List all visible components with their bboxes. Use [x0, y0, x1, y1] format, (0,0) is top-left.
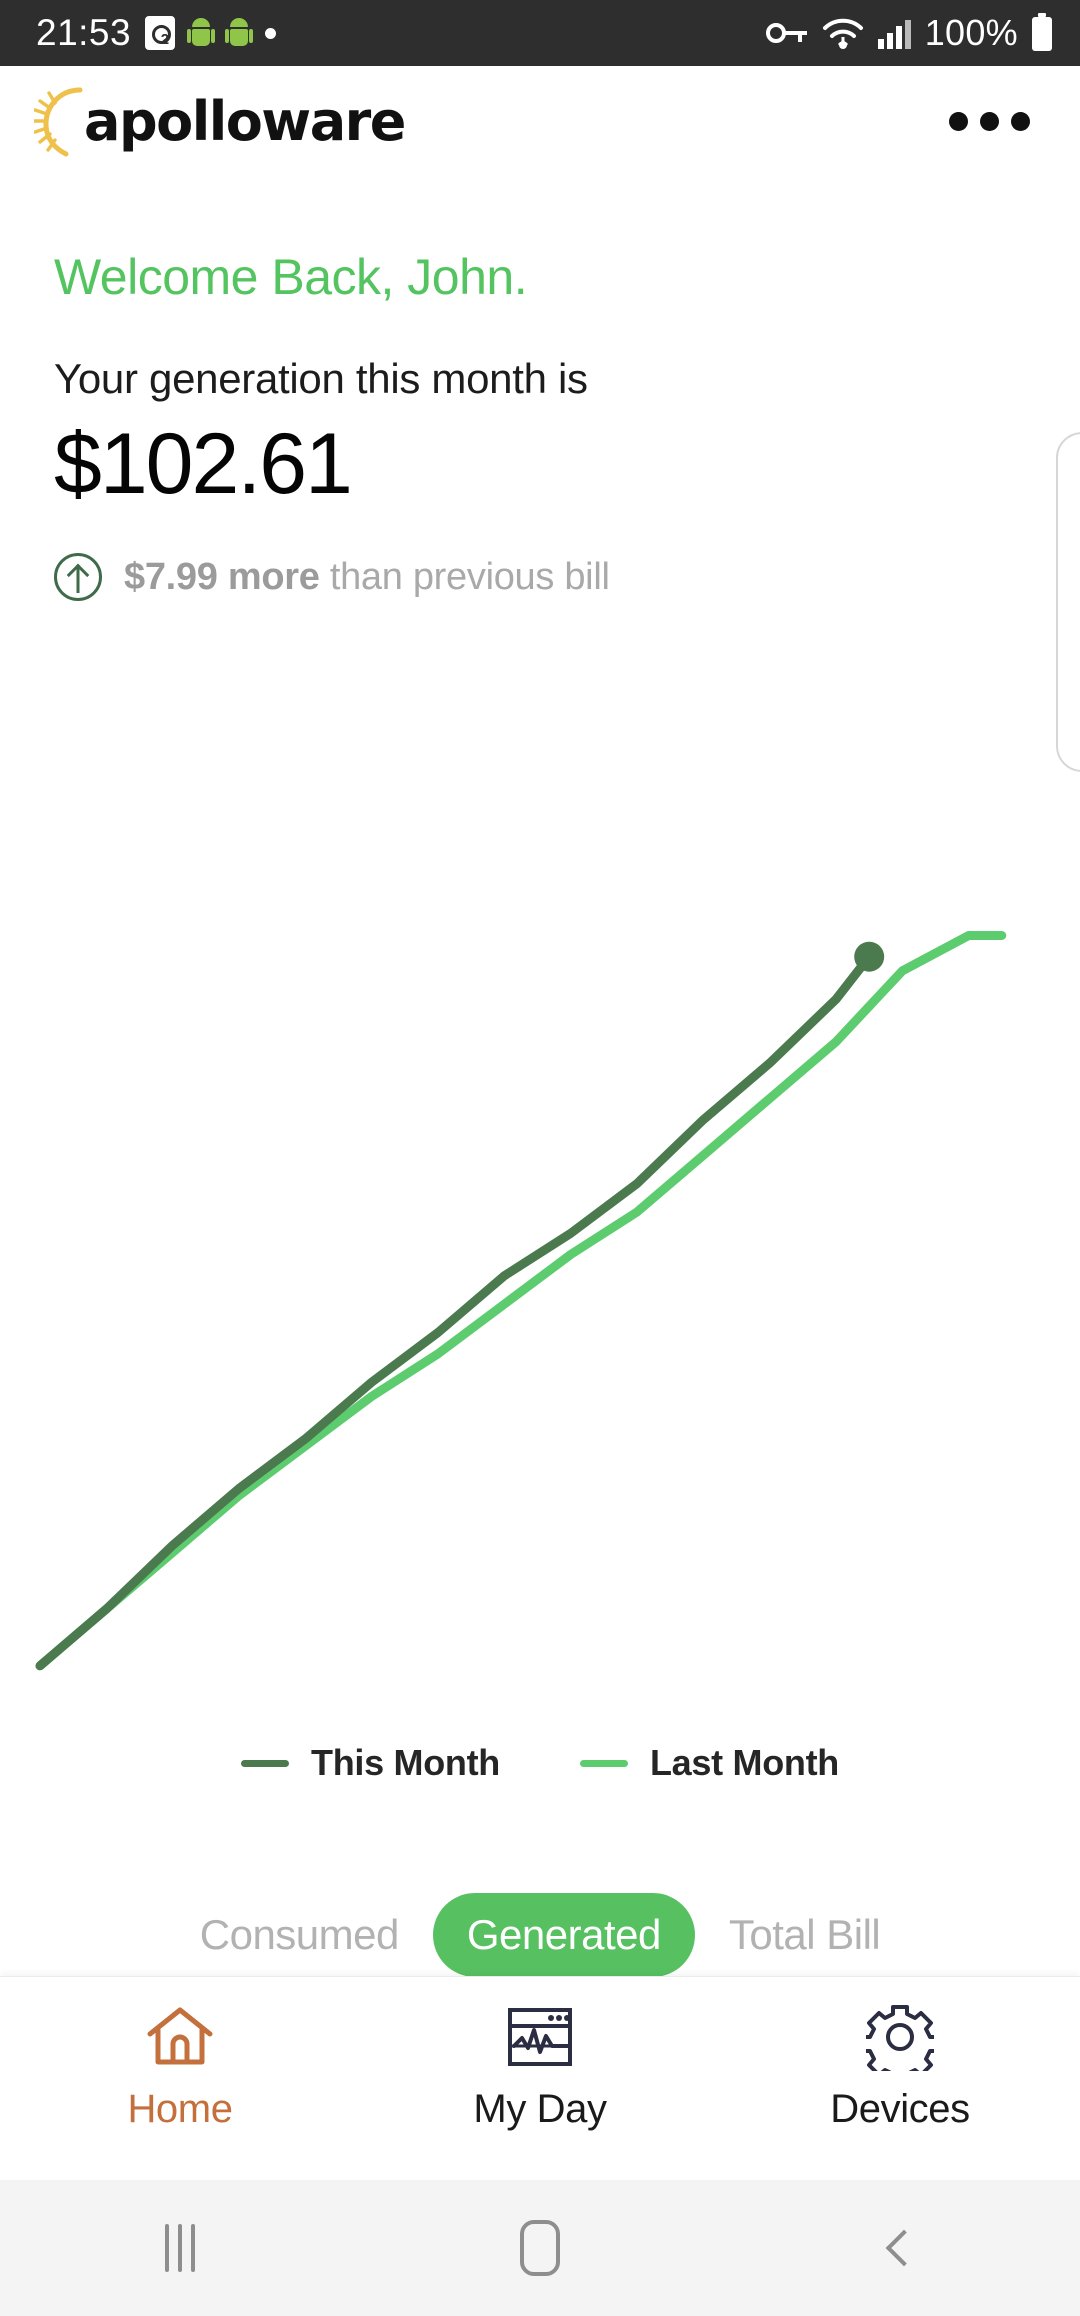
sim-card-2-icon: 2 — [145, 16, 176, 50]
home-icon — [144, 2001, 216, 2073]
chart-window-icon — [504, 2001, 576, 2073]
overflow-menu-icon[interactable] — [935, 98, 1044, 145]
legend-swatch-last-month — [579, 1759, 628, 1767]
legend-label-last-month: Last Month — [649, 1742, 839, 1783]
nav-item-devices[interactable]: Devices — [780, 2001, 1020, 2132]
generation-line-chart — [0, 840, 1080, 1720]
status-bar: 21:53 2 100% — [0, 0, 1080, 66]
android-robot-icon — [187, 18, 216, 48]
bottom-navigation-bar: Home My Day Devices — [0, 1976, 1080, 2180]
wifi-icon — [822, 18, 863, 50]
nav-item-my-day[interactable]: My Day — [420, 2001, 660, 2132]
chart-canvas — [35, 931, 1007, 1671]
brand-name: apolloware — [84, 89, 406, 153]
nav-label-my-day: My Day — [473, 2087, 607, 2131]
chart-endpoint-marker — [854, 941, 885, 972]
generation-amount: $102.61 — [54, 416, 353, 512]
status-bar-right: 100% — [765, 12, 1054, 54]
sun-burst-icon — [34, 87, 83, 157]
delta-text: $7.99 more than previous bill — [124, 556, 610, 599]
segment-consumed[interactable]: Consumed — [166, 1893, 433, 1977]
metric-segmented-control: Consumed Generated Total Bill — [0, 1880, 1080, 1990]
delta-suffix: than previous bill — [319, 555, 610, 598]
back-chevron-icon[interactable] — [810, 2180, 990, 2316]
arrow-up-circle-icon — [54, 553, 102, 602]
welcome-heading: Welcome Back, John. — [54, 249, 528, 305]
app-bar: apolloware — [0, 66, 1080, 176]
legend-item-this-month: This Month — [241, 1742, 500, 1784]
generation-subtitle: Your generation this month is — [54, 355, 588, 402]
cellular-signal-icon — [877, 20, 911, 49]
gear-icon — [864, 2001, 936, 2073]
segment-generated[interactable]: Generated — [432, 1893, 695, 1977]
nav-item-home[interactable]: Home — [60, 2001, 300, 2132]
nav-label-home: Home — [127, 2087, 233, 2131]
nav-label-devices: Devices — [830, 2087, 970, 2131]
status-bar-clock: 21:53 — [36, 12, 132, 53]
delta-row: $7.99 more than previous bill — [54, 553, 1014, 602]
brand-logo: apolloware — [34, 84, 406, 158]
android-system-nav — [0, 2180, 1080, 2316]
status-bar-left: 21:53 2 — [36, 12, 277, 54]
hero-section: Welcome Back, John. Your generation this… — [54, 249, 1014, 602]
offscreen-card-peek[interactable] — [1056, 432, 1080, 772]
android-robot-icon — [225, 18, 254, 48]
app-screen: 21:53 2 100% apolloware Welcome Back, Jo… — [0, 0, 1080, 2316]
legend-swatch-this-month — [241, 1759, 290, 1767]
battery-full-icon — [1032, 13, 1052, 51]
delta-value: $7.99 more — [124, 555, 320, 598]
recents-icon[interactable] — [90, 2180, 270, 2316]
vpn-key-icon — [765, 23, 807, 43]
home-pill-icon[interactable] — [450, 2180, 630, 2316]
segment-total-bill[interactable]: Total Bill — [695, 1893, 914, 1977]
legend-item-last-month: Last Month — [579, 1742, 839, 1784]
battery-percent-label: 100% — [924, 12, 1018, 53]
chart-line-last-month — [35, 931, 1007, 1671]
legend-label-this-month: This Month — [311, 1742, 500, 1783]
chart-line-this-month — [35, 952, 874, 1671]
dot-icon — [265, 27, 277, 39]
chart-legend: This Month Last Month — [0, 1742, 1080, 1784]
